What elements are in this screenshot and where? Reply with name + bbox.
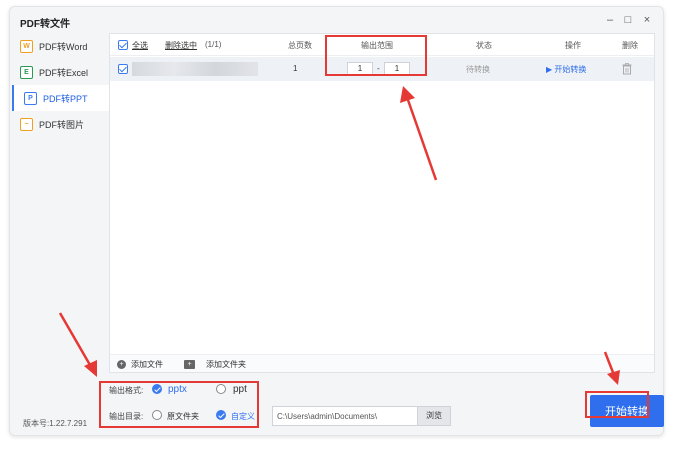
file-name-redacted [132, 62, 258, 76]
title-bar: PDF转文件 – □ × [10, 7, 663, 33]
word-icon: W [20, 39, 33, 53]
add-folder-label: 添加文件夹 [206, 360, 246, 369]
sidebar: W PDF转Word E PDF转Excel P PDF转PPT ~ PDF转图… [10, 33, 110, 137]
table-row[interactable]: 1 1 - 1 待转换 ▶ 开始转换 [110, 57, 654, 81]
output-dir-label: 输出目录: [109, 412, 144, 421]
maximize-icon[interactable]: □ [620, 12, 636, 28]
row-checkbox[interactable] [118, 64, 128, 74]
pptx-label[interactable]: pptx [168, 384, 187, 395]
table-header: 全选 删除选中 (1/1) 总页数 输出范围 状态 操作 删除 [110, 34, 654, 56]
file-actions-bar: + 添加文件 + 添加文件夹 [110, 354, 654, 372]
pptx-radio[interactable] [152, 384, 162, 394]
sidebar-item-label: PDF转PPT [43, 93, 88, 104]
minimize-icon[interactable]: – [602, 12, 618, 28]
row-status: 待转换 [466, 65, 490, 74]
output-range-column-header: 输出范围 [361, 41, 393, 50]
custom-folder-radio[interactable] [216, 410, 226, 420]
sidebar-item-label: PDF转图片 [39, 119, 85, 130]
image-icon: ~ [20, 117, 33, 131]
add-folder-button[interactable]: + 添加文件夹 [184, 359, 246, 370]
file-count: (1/1) [205, 40, 222, 49]
excel-icon: E [20, 65, 33, 79]
folder-plus-icon: + [184, 360, 195, 369]
range-separator: - [377, 64, 380, 73]
sidebar-item-pdf-to-excel[interactable]: E PDF转Excel [10, 59, 110, 85]
row-pages: 1 [293, 64, 298, 73]
original-folder-label[interactable]: 原文件夹 [167, 411, 199, 422]
sidebar-item-pdf-to-image[interactable]: ~ PDF转图片 [10, 111, 110, 137]
delete-column-header: 删除 [622, 41, 638, 50]
pages-column-header: 总页数 [288, 41, 312, 50]
sidebar-item-pdf-to-ppt[interactable]: P PDF转PPT [12, 85, 110, 111]
trash-icon[interactable] [622, 63, 632, 75]
browse-button[interactable]: 浏览 [417, 406, 451, 426]
custom-folder-label[interactable]: 自定义 [231, 411, 255, 422]
file-list-panel: 全选 删除选中 (1/1) 总页数 输出范围 状态 操作 删除 1 1 - 1 … [109, 33, 655, 373]
delete-selected-link[interactable]: 删除选中 [165, 40, 197, 51]
close-icon[interactable]: × [639, 12, 655, 28]
ppt-icon: P [24, 91, 37, 105]
original-folder-radio[interactable] [152, 410, 162, 420]
add-file-button[interactable]: + 添加文件 [117, 359, 163, 370]
range-from-input[interactable]: 1 [347, 62, 373, 76]
status-column-header: 状态 [476, 41, 492, 50]
start-convert-button[interactable]: 开始转换 [590, 395, 664, 427]
range-to-input[interactable]: 1 [384, 62, 410, 76]
ppt-radio[interactable] [216, 384, 226, 394]
sidebar-item-pdf-to-word[interactable]: W PDF转Word [10, 33, 110, 59]
format-label: 输出格式: [109, 386, 144, 395]
plus-circle-icon: + [117, 360, 126, 369]
add-file-label: 添加文件 [131, 360, 163, 369]
version-label: 版本号:1.22.7.291 [23, 419, 88, 428]
app-window: PDF转文件 – □ × W PDF转Word E PDF转Excel P PD… [9, 6, 664, 436]
output-path-field[interactable]: C:\Users\admin\Documents\ [272, 406, 418, 426]
select-all-link[interactable]: 全选 [132, 40, 148, 51]
row-start-convert-link[interactable]: ▶ 开始转换 [546, 64, 586, 75]
sidebar-item-label: PDF转Excel [39, 67, 89, 78]
app-title: PDF转文件 [20, 19, 70, 30]
select-all-checkbox[interactable] [118, 40, 128, 50]
action-column-header: 操作 [565, 41, 581, 50]
ppt-label[interactable]: ppt [233, 384, 247, 395]
sidebar-item-label: PDF转Word [39, 41, 88, 52]
